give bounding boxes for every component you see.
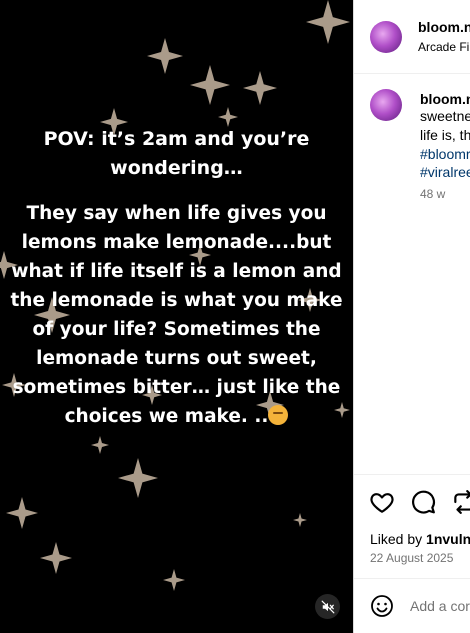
caption-timestamp[interactable]: 48 w	[420, 187, 445, 201]
reel-video[interactable]: POV: it’s 2am and you’re wondering… They…	[0, 0, 353, 633]
heart-icon[interactable]	[369, 489, 395, 515]
share-icon[interactable]	[451, 489, 470, 515]
smiley-icon[interactable]	[370, 594, 394, 618]
caption-text: sweetne	[420, 108, 470, 124]
divider	[354, 578, 470, 579]
avatar[interactable]	[370, 21, 402, 53]
hashtag-link[interactable]: #viralree	[420, 164, 470, 180]
mute-button[interactable]	[315, 594, 340, 619]
overlay-line: sometimes bitter… just like the	[12, 377, 341, 398]
caption-text: life is, th	[420, 127, 470, 143]
liked-by-prefix: Liked by	[370, 531, 427, 547]
hashtag-link[interactable]: #bloomr	[420, 146, 470, 162]
overlay-line: of your life? Sometimes the	[32, 319, 321, 340]
overlay-body: They say when life gives you lemons make…	[0, 199, 353, 431]
overlay-line: lemons make lemonade....but	[21, 232, 332, 253]
post-date[interactable]: 22 August 2025	[370, 551, 453, 565]
reel-overlay-text: POV: it’s 2am and you’re wondering… They…	[0, 125, 353, 431]
liked-by-text: Liked by 1nvulne	[370, 531, 470, 547]
caption-avatar[interactable]	[370, 89, 402, 121]
post-sidebar: bloom.n Arcade Fir bloom.n sweetne life …	[353, 0, 470, 633]
overlay-line: They say when life gives you	[26, 203, 327, 224]
divider	[354, 73, 470, 74]
audio-subtitle[interactable]: Arcade Fir	[418, 40, 470, 54]
comment-input[interactable]	[410, 596, 470, 616]
overlay-line: lemonade turns out sweet,	[36, 348, 317, 369]
divider	[354, 474, 470, 475]
overlay-line: choices we make. ..	[64, 406, 269, 427]
header-username[interactable]: bloom.n	[418, 19, 470, 35]
liked-by-user[interactable]: 1nvulne	[426, 531, 470, 547]
thinking-face-emoji-icon	[268, 405, 289, 425]
overlay-line: what if life itself is a lemon and	[11, 261, 342, 282]
pov-heading: POV: it’s 2am and you’re wondering…	[43, 128, 310, 179]
caption-username[interactable]: bloom.n	[420, 91, 470, 107]
muted-speaker-icon	[321, 600, 334, 613]
comment-icon[interactable]	[410, 489, 436, 515]
overlay-line: the lemonade is what you make	[10, 290, 343, 311]
